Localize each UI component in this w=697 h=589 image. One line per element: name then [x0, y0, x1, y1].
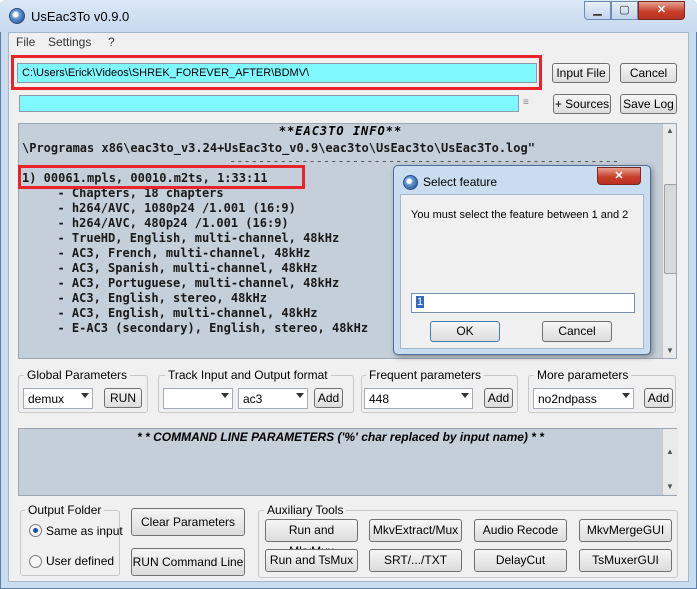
frequent-parameters-value: 448 [369, 392, 390, 406]
info-scroll-thumb[interactable] [664, 184, 676, 274]
dialog-title: Select feature [423, 175, 498, 189]
track-line: - AC3, Portuguese, multi-channel, 48kHz [43, 276, 340, 290]
run-tsmux-button[interactable]: Run and TsMux [265, 549, 358, 572]
srt-txt-button[interactable]: SRT/.../TXT [369, 549, 462, 572]
ok-button[interactable]: OK [430, 321, 500, 342]
menu-bar: File Settings ? [9, 33, 688, 52]
track-line: - h264/AVC, 480p24 /1.001 (16:9) [43, 216, 289, 230]
minimize-button[interactable]: ▁ [584, 1, 611, 20]
menu-settings[interactable]: Settings [48, 35, 91, 49]
output-format-combo[interactable]: ac3 [238, 388, 308, 409]
mkvextract-button[interactable]: MkvExtract/Mux [369, 519, 462, 542]
more-parameters-combo[interactable]: no2ndpass [533, 388, 634, 409]
info-scrollbar[interactable]: ▲ ▼ [662, 124, 676, 358]
output-format-value: ac3 [243, 392, 263, 406]
track-input-combo[interactable] [163, 388, 233, 409]
title-bar[interactable]: UsEac3To v0.9.0 ▁ ▢ ✕ [0, 0, 697, 32]
same-as-input-radio[interactable] [29, 524, 42, 537]
track-line: - h264/AVC, 1080p24 /1.001 (16:9) [43, 201, 296, 215]
playlist-highlight [18, 165, 305, 189]
scroll-down-arrow-icon[interactable]: ▼ [666, 346, 674, 355]
menu-file[interactable]: File [16, 35, 35, 49]
frequent-parameters-title: Frequent parameters [366, 368, 485, 382]
track-line: - E-AC3 (secondary), English, stereo, 48… [43, 321, 369, 335]
track-line: - AC3, Spanish, multi-channel, 48kHz [43, 261, 318, 275]
delaycut-button[interactable]: DelayCut [474, 549, 567, 572]
global-parameters-value: demux [28, 392, 65, 406]
audio-recode-button[interactable]: Audio Recode [474, 519, 567, 542]
output-scroll-indicator: ≡ [523, 97, 529, 108]
scroll-up-arrow-icon[interactable]: ▲ [666, 447, 674, 456]
mkvmergegui-button[interactable]: MkvMergeGUI [579, 519, 672, 542]
track-line: - AC3, French, multi-channel, 48kHz [43, 246, 311, 260]
more-parameters-title: More parameters [534, 368, 632, 382]
input-path-field[interactable]: C:\Users\Erick\Videos\SHREK_FOREVER_AFTE… [17, 63, 537, 83]
dialog-body: You must select the feature between 1 an… [400, 194, 644, 349]
output-path-field[interactable] [19, 95, 519, 112]
global-parameters-title: Global Parameters [24, 368, 131, 382]
frequent-parameters-combo[interactable]: 448 [364, 388, 473, 409]
close-button[interactable]: ✕ [638, 1, 685, 20]
menu-help[interactable]: ? [108, 35, 115, 49]
select-feature-dialog: Select feature ✕ You must select the fea… [393, 165, 651, 355]
run-button[interactable]: RUN [104, 388, 142, 408]
app-icon [9, 8, 25, 24]
same-as-input-label: Same as input [46, 524, 123, 538]
input-file-button[interactable]: Input File [552, 63, 610, 83]
run-command-line-button[interactable]: RUN Command Line [131, 548, 245, 576]
dialog-close-button[interactable]: ✕ [597, 167, 641, 185]
feature-input[interactable]: 1 [411, 293, 635, 313]
add-sources-button[interactable]: + Sources [553, 94, 611, 114]
dialog-app-icon [403, 175, 418, 190]
more-parameters-value: no2ndpass [538, 392, 597, 406]
tsmuxergui-button[interactable]: TsMuxerGUI [579, 549, 672, 572]
chevron-down-icon [221, 393, 229, 398]
track-line: - TrueHD, English, multi-channel, 48kHz [43, 231, 340, 245]
window-title: UsEac3To v0.9.0 [31, 9, 130, 24]
save-log-button[interactable]: Save Log [620, 94, 677, 114]
global-parameters-combo[interactable]: demux [23, 388, 93, 409]
command-line-field[interactable] [22, 447, 658, 493]
more-add-button[interactable]: Add [644, 388, 673, 408]
auxiliary-tools-title: Auxiliary Tools [264, 503, 347, 517]
command-line-scrollbar[interactable]: ▲ ▼ [662, 429, 678, 495]
maximize-button[interactable]: ▢ [611, 1, 638, 20]
chevron-down-icon [622, 393, 630, 398]
cancel-button[interactable]: Cancel [620, 63, 677, 83]
feature-input-value: 1 [416, 296, 425, 308]
chevron-down-icon [81, 393, 89, 398]
track-add-button[interactable]: Add [314, 388, 343, 408]
frequent-add-button[interactable]: Add [484, 388, 513, 408]
track-format-title: Track Input and Output format [165, 368, 331, 382]
scroll-up-arrow-icon[interactable]: ▲ [666, 126, 674, 135]
info-header: **EAC3TO INFO** [278, 124, 403, 138]
chevron-down-icon [461, 393, 469, 398]
dialog-cancel-button[interactable]: Cancel [542, 321, 612, 342]
clear-parameters-button[interactable]: Clear Parameters [131, 508, 245, 536]
chevron-down-icon [296, 393, 304, 398]
track-line: - AC3, English, multi-channel, 48kHz [43, 306, 318, 320]
track-line: - AC3, English, stereo, 48kHz [43, 291, 267, 305]
user-defined-label: User defined [46, 554, 115, 568]
output-folder-title: Output Folder [25, 503, 105, 517]
dialog-message: You must select the feature between 1 an… [411, 209, 629, 221]
command-line-panel[interactable]: * * COMMAND LINE PARAMETERS ('%' char re… [18, 428, 678, 496]
user-defined-radio[interactable] [29, 555, 42, 568]
command-line-header: * * COMMAND LINE PARAMETERS ('%' char re… [137, 430, 544, 444]
run-mkvmux-button[interactable]: Run and MkvMux [265, 519, 358, 558]
log-path-line: \Programas x86\eac3to_v3.24+UsEac3to_v0.… [22, 141, 535, 155]
scroll-down-arrow-icon[interactable]: ▼ [666, 482, 674, 491]
